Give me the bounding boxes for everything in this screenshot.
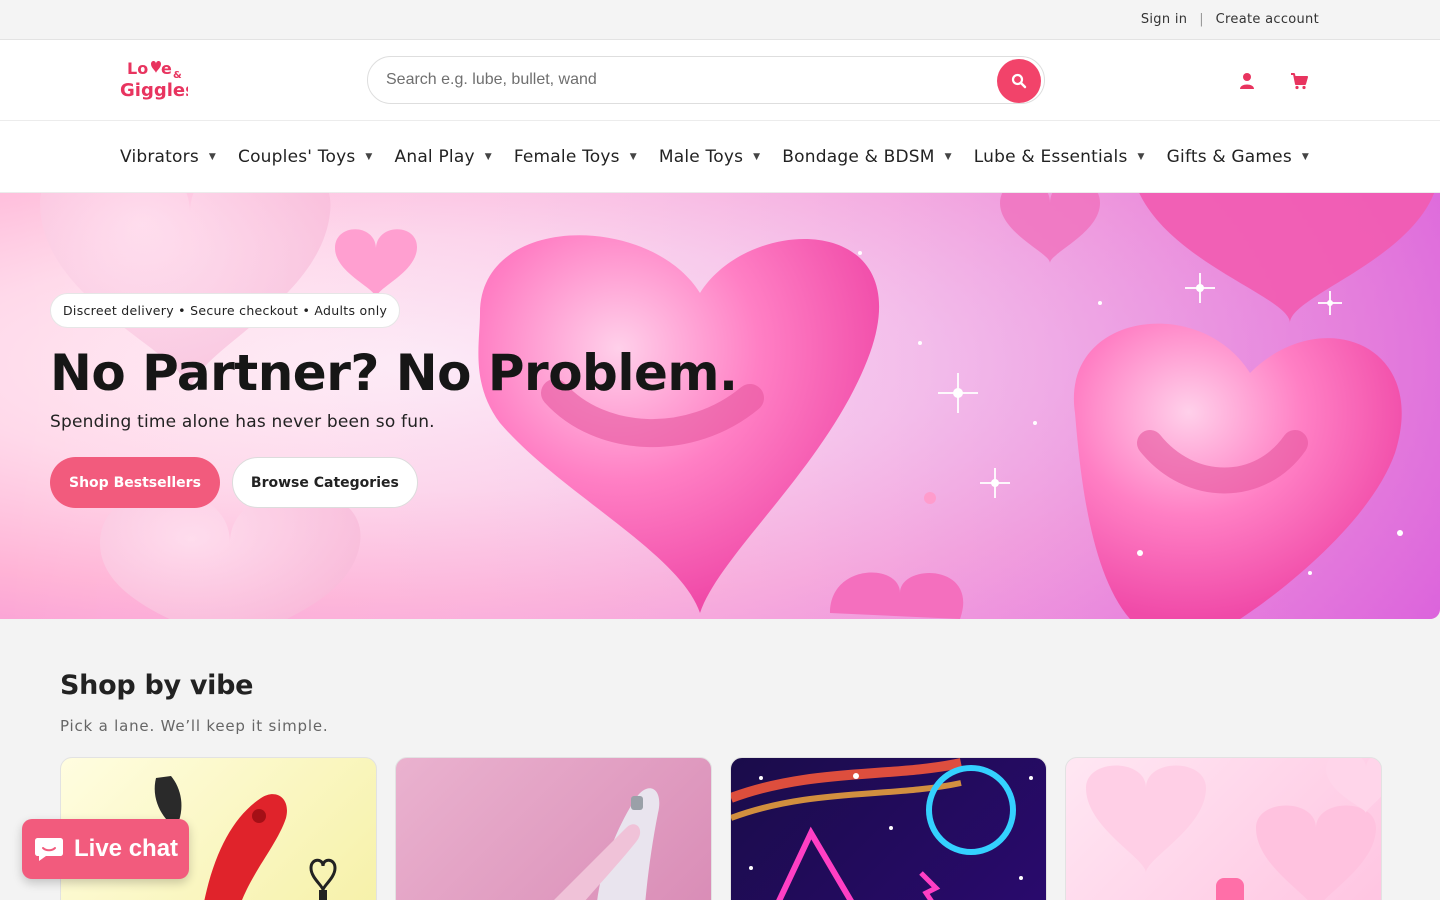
nav-item-label: Lube & Essentials [973,146,1128,167]
caret-down-icon: ▼ [1301,151,1310,162]
vibe-card-2[interactable] [395,757,712,900]
hero-content: Discreet delivery • Secure checkout • Ad… [50,293,738,508]
nav-item-lube-essentials[interactable]: Lube & Essentials ▼ [974,147,1145,167]
nav-item-gifts-games[interactable]: Gifts & Games ▼ [1167,147,1309,167]
svg-text:Giggles: Giggles [120,80,188,101]
hero-subtitle: Spending time alone has never been so fu… [50,412,435,432]
nav-item-male-toys[interactable]: Male Toys ▼ [659,147,760,167]
caret-down-icon: ▼ [365,151,373,162]
logo[interactable]: Lo e & Giggles [120,56,196,104]
search-icon [1011,73,1027,89]
hero-title: No Partner? No Problem. [50,344,738,402]
caret-down-icon: ▼ [484,151,492,162]
caret-down-icon: ▼ [753,151,761,162]
caret-down-icon: ▼ [944,151,952,162]
vibe-card-3[interactable] [730,757,1047,900]
nav-item-label: Anal Play [394,146,475,167]
cart-button[interactable] [1288,70,1310,92]
rabbit-vibrator-image [554,788,660,900]
main-nav: Vibrators ▼ Couples' Toys ▼ Anal Play ▼ Fem… [0,121,1440,193]
nav-item-label: Female Toys [513,146,620,167]
hero-buttons: Shop Bestsellers Browse Categories [50,457,737,508]
header: Lo e & Giggle s [0,40,1440,121]
section-title: Shop by vibe [60,670,254,701]
nav-item-vibrators[interactable]: Vibrators ▼ [120,147,216,167]
trust-pill: Discreet delivery • Secure checkout • Ad… [50,293,401,328]
svg-text:e: e [161,59,172,78]
nav-item-label: Gifts & Games [1166,146,1292,167]
nav-item-couples-toys[interactable]: Couples' Toys ▼ [238,147,373,167]
utility-separator: | [1199,12,1204,27]
hero-banner: Discreet delivery • Secure checkout • Ad… [0,193,1440,619]
account-button[interactable] [1236,70,1258,92]
live-chat-button[interactable]: Live chat [22,819,189,879]
nav-item-label: Bondage & BDSM [782,146,935,167]
nav-item-anal-play[interactable]: Anal Play ▼ [395,147,492,167]
shop-bestsellers-button[interactable]: Shop Bestsellers [50,457,220,508]
neon-shapes-image [731,758,1033,900]
nav-item-bondage-bdsm[interactable]: Bondage & BDSM ▼ [782,147,952,167]
browse-categories-button[interactable]: Browse Categories [231,457,418,508]
sign-in-link[interactable]: Sign in [1141,12,1187,27]
shop-by-vibe-section: Shop by vibe Pick a lane. We’ll keep it … [60,670,328,735]
chat-bubble-icon [35,838,63,861]
nav-item-label: Male Toys [658,146,744,167]
section-subtitle: Pick a lane. We’ll keep it simple. [60,717,329,735]
cart-icon [1291,73,1308,90]
create-account-link[interactable]: Create account [1216,12,1319,27]
caret-down-icon: ▼ [1137,151,1145,162]
vibe-card-4[interactable] [1065,757,1382,900]
nav-item-female-toys[interactable]: Female Toys ▼ [514,147,637,167]
svg-text:Lo: Lo [127,59,148,78]
caret-down-icon: ▼ [629,151,637,162]
search-input[interactable] [368,71,968,89]
caret-down-icon: ▼ [208,151,217,162]
nav-item-label: Couples' Toys [238,146,356,167]
pink-hearts-image [1086,758,1381,900]
vibe-cards [60,757,1382,900]
search-bar [367,56,1045,104]
utility-bar: Sign in | Create account [0,0,1440,40]
user-icon [1240,73,1254,89]
nav-item-label: Vibrators [120,146,199,167]
logo-mark: Lo e & Giggles [120,59,196,101]
search-button[interactable] [997,59,1041,103]
live-chat-label: Live chat [74,835,179,862]
